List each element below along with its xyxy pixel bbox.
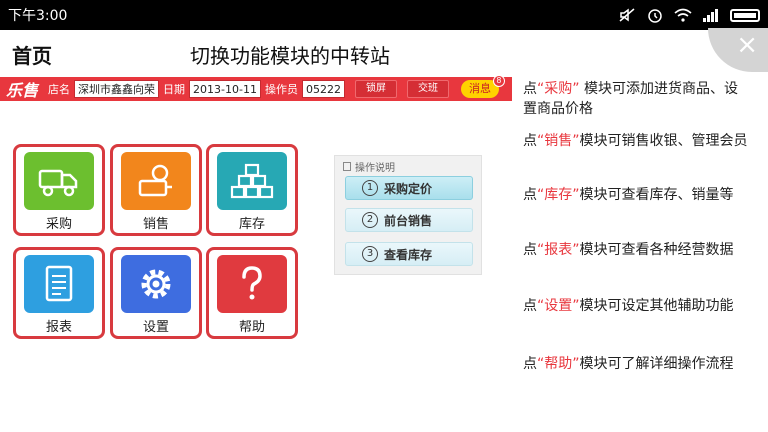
- report-icon: [24, 255, 94, 313]
- step-number: 2: [362, 212, 378, 228]
- desc-text: 模块可了解详细操作流程: [579, 356, 734, 372]
- module-inventory[interactable]: 库存: [206, 144, 298, 236]
- shift-handover-button[interactable]: 交班: [406, 80, 449, 98]
- desc-keyword: “帮助”: [537, 356, 580, 372]
- desc-keyword: “设置”: [537, 298, 580, 314]
- message-count-badge: 8: [492, 75, 505, 87]
- guide-step-purchase-pricing[interactable]: 1 采购定价: [345, 176, 473, 200]
- close-button[interactable]: ×: [708, 28, 768, 72]
- messages-button[interactable]: 消息 8: [460, 75, 505, 98]
- boxes-icon: [217, 152, 287, 210]
- sales-icon: [121, 152, 191, 210]
- operation-guide-panel: 操作说明 1 采购定价 2 前台销售 3 查看库存: [334, 155, 482, 275]
- module-help[interactable]: 帮助: [206, 247, 298, 339]
- lock-screen-button[interactable]: 锁屏: [354, 80, 397, 98]
- guide-title: 切换功能模块的中转站: [190, 44, 390, 68]
- step-label: 前台销售: [384, 213, 433, 228]
- wifi-icon: [674, 7, 692, 23]
- truck-icon: [24, 152, 94, 210]
- document-icon: [343, 162, 351, 171]
- desc-settings: 点“设置”模块可设定其他辅助功能: [523, 296, 751, 316]
- operator-field[interactable]: 05222: [301, 80, 345, 98]
- desc-text: 模块可设定其他辅助功能: [579, 298, 734, 314]
- desc-prefix: 点: [523, 242, 537, 258]
- module-label: 设置: [142, 320, 169, 335]
- desc-text: 模块可销售收银、管理会员: [579, 133, 748, 149]
- gear-icon: [121, 255, 191, 313]
- desc-keyword: “报表”: [537, 242, 580, 258]
- store-name-field[interactable]: 深圳市鑫鑫向荣: [74, 80, 160, 98]
- desc-keyword: “采购”: [537, 81, 580, 97]
- desc-keyword: “销售”: [537, 133, 580, 149]
- date-field[interactable]: 2013-10-11: [189, 80, 261, 98]
- module-sales[interactable]: 销售: [110, 144, 202, 236]
- module-settings[interactable]: 设置: [110, 247, 202, 339]
- module-label: 帮助: [238, 320, 265, 335]
- help-icon: [217, 255, 287, 313]
- step-number: 3: [362, 246, 378, 262]
- app-header-bar: 乐售 店名 深圳市鑫鑫向荣 日期 2013-10-11 操作员 05222 锁屏…: [0, 75, 512, 101]
- date-label: 日期: [163, 83, 186, 96]
- desc-purchase: 点“采购” 模块可添加进货商品、设置商品价格: [523, 79, 751, 119]
- desc-sales: 点“销售”模块可销售收银、管理会员: [523, 131, 751, 151]
- desc-text: 模块可查看库存、销量等: [579, 187, 734, 203]
- module-label: 销售: [142, 217, 169, 232]
- desc-prefix: 点: [523, 356, 537, 372]
- alarm-icon: [646, 7, 664, 23]
- desc-help: 点“帮助”模块可了解详细操作流程: [523, 354, 751, 374]
- desc-text: 模块可查看各种经营数据: [579, 242, 734, 258]
- status-time: 下午3:00: [8, 8, 68, 24]
- page-title: 首页: [12, 44, 52, 68]
- mute-icon: [618, 7, 636, 23]
- module-reports[interactable]: 报表: [13, 247, 105, 339]
- app-logo: 乐售: [6, 81, 39, 100]
- module-label: 库存: [238, 217, 265, 232]
- desc-keyword: “库存”: [537, 187, 580, 203]
- desc-reports: 点“报表”模块可查看各种经营数据: [523, 240, 751, 260]
- step-label: 采购定价: [384, 181, 433, 196]
- desc-prefix: 点: [523, 81, 537, 97]
- close-icon: ×: [736, 30, 758, 60]
- signal-icon: [702, 7, 720, 23]
- desc-prefix: 点: [523, 187, 537, 203]
- guide-step-check-inventory[interactable]: 3 查看库存: [345, 242, 473, 266]
- module-purchase[interactable]: 采购: [13, 144, 105, 236]
- step-label: 查看库存: [384, 247, 433, 262]
- module-label: 报表: [45, 320, 72, 335]
- desc-prefix: 点: [523, 133, 537, 149]
- guide-panel-title: 操作说明: [335, 156, 481, 177]
- operator-label: 操作员: [264, 83, 298, 96]
- status-bar: 下午3:00: [0, 0, 768, 30]
- desc-inventory: 点“库存”模块可查看库存、销量等: [523, 185, 751, 205]
- guide-panel-title-text: 操作说明: [355, 163, 395, 174]
- desc-prefix: 点: [523, 298, 537, 314]
- messages-label: 消息: [468, 82, 491, 95]
- module-label: 采购: [45, 217, 72, 232]
- guide-step-front-sales[interactable]: 2 前台销售: [345, 208, 473, 232]
- step-number: 1: [362, 180, 378, 196]
- store-label: 店名: [48, 83, 71, 96]
- battery-icon: [730, 8, 760, 22]
